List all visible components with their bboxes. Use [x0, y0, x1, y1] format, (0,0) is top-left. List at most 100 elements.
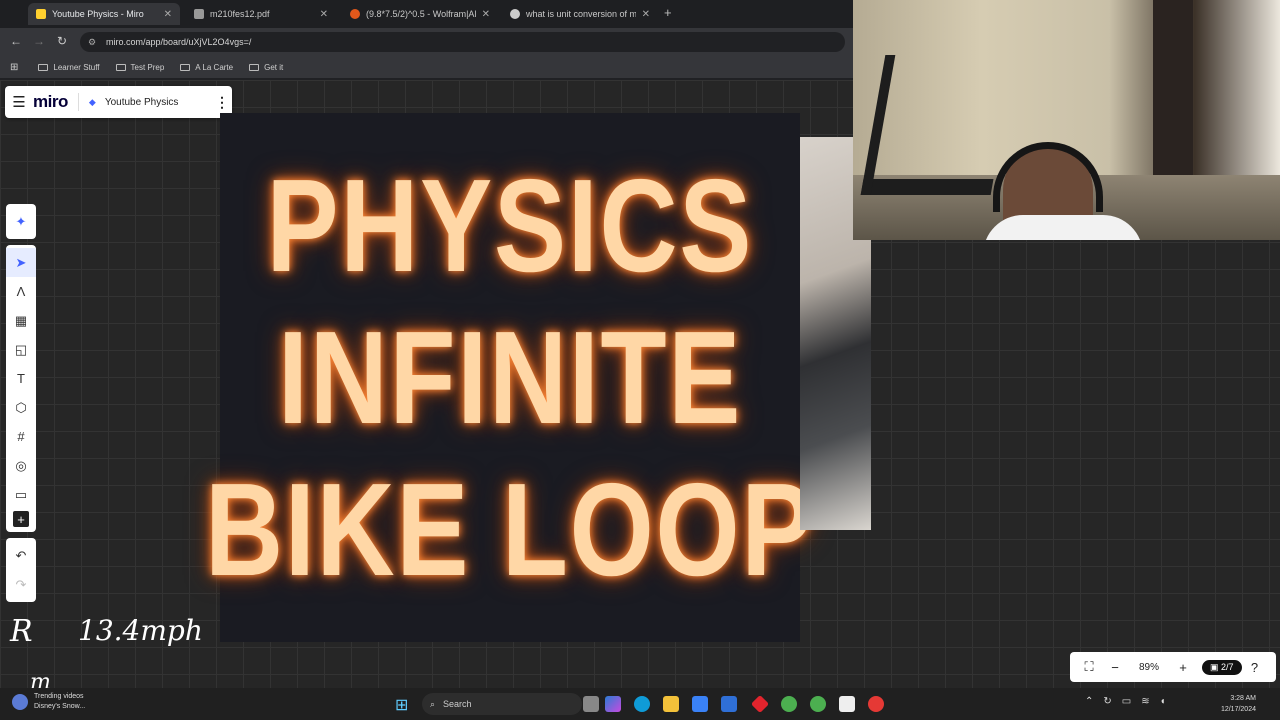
zoom-controls: ⛶ − 89% + ▣ 2/7 ?	[1070, 652, 1276, 682]
tab-youtube-physics-miro[interactable]: Youtube Physics - Miro ✕	[28, 3, 180, 25]
close-tab-icon[interactable]: ✕	[482, 9, 490, 20]
search-label: Search	[443, 699, 472, 709]
display-icon[interactable]: ▭	[1122, 696, 1131, 707]
frames-navigator[interactable]: ▣ 2/7	[1202, 659, 1242, 675]
thumbnail-title-line: PHYSICS	[266, 151, 754, 299]
folder-icon	[38, 63, 49, 71]
mail-icon[interactable]	[721, 696, 737, 712]
task-view-icon[interactable]	[583, 696, 599, 712]
thumbnail-title-line: INFINITE	[277, 303, 743, 451]
clock-date: 12/17/2024	[1220, 706, 1256, 713]
chevron-up-icon[interactable]: ⌃	[1085, 696, 1093, 707]
divider	[77, 93, 79, 111]
file-explorer-icon[interactable]	[663, 696, 679, 712]
miro-board-header: ☰ miro ◆ Youtube Physics ⋮	[5, 86, 232, 118]
wolfram-favicon-icon	[350, 9, 360, 19]
text-icon[interactable]: T	[6, 364, 36, 393]
miro-logo[interactable]: miro	[33, 92, 68, 112]
news-widget[interactable]: Trending videos Disney's Snow...	[12, 692, 85, 712]
bookmark-test-prep[interactable]: Test Prep	[115, 62, 165, 72]
help-icon[interactable]: ?	[1242, 660, 1268, 675]
undo-icon[interactable]: ↶	[6, 541, 36, 570]
tab-google-search[interactable]: what is unit conversion of mete ✕	[502, 3, 658, 25]
sync-icon[interactable]: ↻	[1103, 696, 1111, 707]
zoom-out-button[interactable]: −	[1102, 660, 1128, 675]
treadmill	[860, 55, 1016, 195]
handwritten-note[interactable]: 13.4mph	[78, 614, 203, 647]
miro-favicon-icon	[36, 9, 46, 19]
add-icon[interactable]: +	[13, 511, 29, 527]
navigation-bar: ← → ↻ ⚙ miro.com/app/board/uXjVL2O4vgs=/	[0, 28, 853, 56]
palette-icon[interactable]: ◎	[6, 451, 36, 480]
address-bar[interactable]: ⚙ miro.com/app/board/uXjVL2O4vgs=/	[80, 32, 845, 52]
zoom-level[interactable]: 89%	[1128, 662, 1170, 673]
site-info-icon[interactable]: ⚙	[88, 37, 98, 48]
thumbnail-image[interactable]: PHYSICS INFINITE BIKE LOOP	[205, 113, 813, 642]
close-tab-icon[interactable]: ✕	[320, 9, 328, 20]
folder-icon	[180, 63, 191, 71]
board-name[interactable]: Youtube Physics	[105, 97, 212, 108]
search-icon: ⌕	[430, 698, 436, 709]
bookmark-get-it[interactable]: Get it	[249, 63, 283, 72]
copilot-icon[interactable]	[605, 696, 621, 712]
clock-time: 3:28 AM	[1230, 695, 1256, 702]
windows-start-icon[interactable]: ⊞	[395, 695, 408, 715]
bookmark-learner-stuff[interactable]: Learner Stuff	[38, 63, 100, 72]
obs-icon[interactable]	[868, 696, 884, 712]
volume-icon[interactable]: ◖	[1160, 696, 1166, 707]
app-icon[interactable]	[839, 696, 855, 712]
tab-wolfram[interactable]: (9.8*7.5/2)^0.5 - Wolfram|Alpha ✕	[342, 3, 498, 25]
app-icon[interactable]	[750, 694, 770, 714]
close-tab-icon[interactable]: ✕	[164, 9, 172, 20]
frame-counter: 2/7	[1221, 661, 1234, 672]
frame-icon[interactable]: #	[6, 422, 36, 451]
shapes-icon[interactable]: ⬡	[6, 393, 36, 422]
template-icon[interactable]: ▦	[6, 306, 36, 335]
comment-icon[interactable]: ▭	[6, 480, 36, 509]
board-icon: ◆	[88, 97, 96, 107]
news-title: Trending videos	[34, 693, 84, 700]
tab-pdf[interactable]: m210fes12.pdf ✕	[186, 3, 336, 25]
sparkle-icon[interactable]: ✦	[6, 207, 36, 236]
tab-title: what is unit conversion of mete	[526, 9, 636, 19]
taskbar-search[interactable]: ⌕ Search	[422, 693, 582, 715]
history-tool-group: ↶ ↷	[6, 538, 36, 602]
thumbnail-title-line: BIKE LOOP	[204, 455, 816, 603]
redo-icon[interactable]: ↷	[6, 570, 36, 599]
select-icon[interactable]: ➤	[6, 248, 36, 277]
forward-icon[interactable]: →	[33, 34, 45, 48]
reload-icon[interactable]: ↻	[57, 34, 67, 48]
edge-icon[interactable]	[634, 696, 650, 712]
pen-icon[interactable]: Ʌ	[6, 277, 36, 306]
clock[interactable]: 3:28 AM 12/17/2024	[1208, 693, 1256, 715]
hamburger-menu-icon[interactable]: ☰	[5, 93, 33, 111]
bookmark-label: A La Carte	[195, 62, 234, 72]
chrome-icon[interactable]	[781, 696, 797, 712]
apps-grid-icon[interactable]: ⊞	[10, 62, 18, 73]
tab-title: m210fes12.pdf	[210, 9, 270, 19]
bookmark-label: Test Prep	[130, 62, 165, 72]
google-favicon-icon	[510, 9, 520, 19]
ai-tool-group: ✦	[6, 204, 36, 239]
bookmark-a-la-carte[interactable]: A La Carte	[180, 63, 233, 72]
handwritten-note[interactable]: R	[10, 614, 33, 649]
windows-taskbar: Trending videos Disney's Snow... ⊞ ⌕ Sea…	[0, 688, 1280, 720]
tab-bar: Youtube Physics - Miro ✕ m210fes12.pdf ✕…	[0, 0, 853, 28]
more-options-icon[interactable]: ⋮	[212, 94, 232, 111]
tab-title: Youtube Physics - Miro	[52, 9, 144, 19]
new-tab-button[interactable]: +	[664, 5, 672, 20]
chrome-icon[interactable]	[810, 696, 826, 712]
bookmark-label: Get it	[264, 62, 284, 72]
creation-toolbar: ✦ ➤ Ʌ ▦ ◱ T ⬡ # ◎ ▭ + ↶ ↷	[6, 204, 36, 608]
sticky-note-icon[interactable]: ◱	[6, 335, 36, 364]
wifi-icon[interactable]: ≋	[1141, 696, 1149, 707]
folder-icon	[115, 63, 126, 71]
pdf-favicon-icon	[194, 9, 204, 19]
streamer-shirt	[983, 215, 1143, 240]
zoom-in-button[interactable]: +	[1170, 660, 1196, 675]
back-icon[interactable]: ←	[10, 34, 22, 48]
store-icon[interactable]	[692, 696, 708, 712]
browser-chrome: Youtube Physics - Miro ✕ m210fes12.pdf ✕…	[0, 0, 853, 80]
fit-to-screen-icon[interactable]: ⛶	[1076, 659, 1102, 675]
close-tab-icon[interactable]: ✕	[642, 9, 650, 20]
